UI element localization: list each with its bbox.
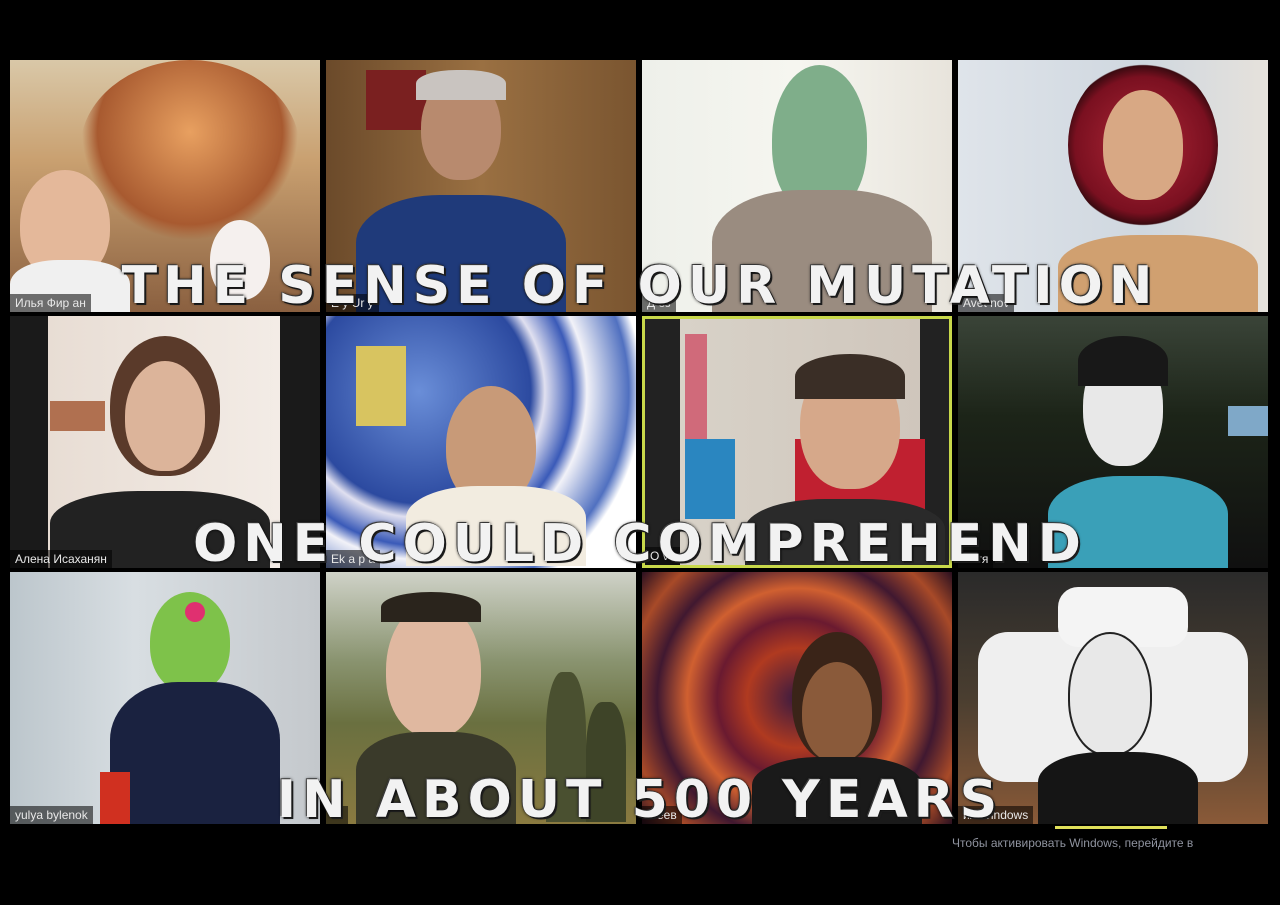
caption-line-1: THE SENSE OF OUR MUTATION — [121, 256, 1159, 316]
video-grid: Илья Фир ан E y Ur y Д оз Avet nov Алена… — [10, 60, 1268, 828]
caption-line-2: ONE COULD COMPREHEND — [193, 514, 1087, 574]
windows-activation-watermark-subtitle: Чтобы активировать Windows, перейдите в — [952, 836, 1194, 850]
caption-line-3: IN ABOUT 500 YEARS — [276, 770, 1004, 830]
